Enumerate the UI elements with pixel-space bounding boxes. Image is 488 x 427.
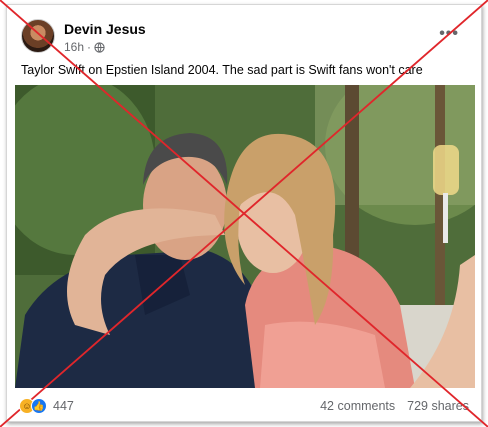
facebook-post-card: Devin Jesus 16h · ••• Taylor Swift on Ep… (6, 4, 482, 422)
like-reaction-icon: 👍 (31, 398, 47, 414)
author-name[interactable]: Devin Jesus (64, 21, 146, 37)
engagement-stats: 42 comments 729 shares (320, 399, 469, 413)
post-header: Devin Jesus 16h · ••• (7, 5, 481, 61)
post-time[interactable]: 16h (64, 40, 84, 54)
post-caption: Taylor Swift on Epstien Island 2004. The… (21, 63, 423, 77)
author-avatar[interactable] (21, 19, 55, 53)
reaction-count[interactable]: 447 (53, 399, 74, 413)
meta-separator: · (87, 40, 92, 54)
shares-count[interactable]: 729 shares (407, 399, 469, 413)
reactions-summary[interactable]: ☺ 👍 447 (19, 398, 74, 414)
post-footer: ☺ 👍 447 42 comments 729 shares (7, 390, 481, 421)
post-photo[interactable] (15, 85, 475, 388)
post-meta: 16h · (64, 40, 105, 54)
photo-illustration (15, 85, 475, 388)
more-options-icon[interactable]: ••• (439, 25, 459, 43)
globe-icon (94, 41, 105, 53)
comments-count[interactable]: 42 comments (320, 399, 395, 413)
